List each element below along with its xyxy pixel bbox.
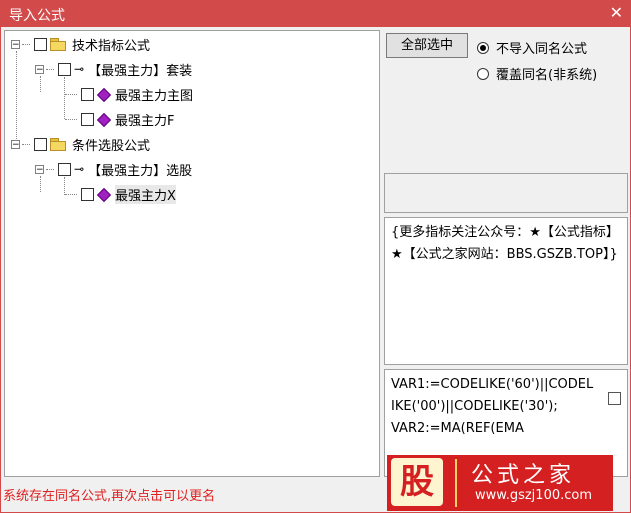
node-checkbox[interactable] (58, 62, 71, 76)
close-icon[interactable]: ✕ (610, 3, 623, 22)
logo-url: www.gszj100.com (475, 488, 593, 503)
tree-node-group[interactable]: − ⊸ 【最强主力】套装 (35, 58, 192, 80)
tree-node-formula[interactable]: 最强主力X (65, 183, 176, 205)
radio-label: 不导入同名公式 (496, 42, 588, 57)
title-bar: 导入公式 ✕ (1, 1, 631, 27)
node-checkbox[interactable] (58, 162, 71, 176)
formula-code-text: VAR1:=CODELIKE('60')||CODELIKE('00')||CO… (391, 377, 594, 436)
formula-gem-icon (96, 187, 112, 203)
description-text: {更多指标关注公众号：★【公式指标】★【公式之家网站：BBS.GSZB.TOP】… (391, 225, 619, 262)
formula-tree: − 技术指标公式 − ⊸ 【最强主力】套装 最强主力主图 最强主力F − 条件选… (4, 30, 380, 477)
tree-node-formula[interactable]: 最强主力F (65, 108, 174, 130)
radio-skip-same-name[interactable]: 不导入同名公式 (477, 38, 587, 57)
folder-icon (50, 138, 66, 151)
collapse-icon[interactable]: − (11, 39, 20, 49)
tree-node-folder[interactable]: − 技术指标公式 (11, 33, 150, 55)
node-checkbox[interactable] (34, 37, 47, 51)
collapse-icon[interactable]: − (35, 64, 44, 74)
status-message: 系统存在同名公式,再次点击可以更名 (3, 489, 216, 504)
watermark-logo: 股 公式之家 www.gszj100.com (387, 455, 613, 511)
collapse-icon[interactable]: − (11, 139, 20, 149)
tree-node-label: 最强主力F (115, 113, 175, 129)
tree-node-group[interactable]: − ⊸ 【最强主力】选股 (35, 158, 192, 180)
collapse-icon[interactable]: − (35, 164, 44, 174)
key-icon: ⊸ (74, 162, 85, 176)
tree-node-label: 【最强主力】套装 (88, 63, 193, 79)
formula-gem-icon (96, 87, 112, 103)
tree-node-label: 条件选股公式 (72, 138, 151, 154)
tree-node-label: 最强主力X (115, 184, 176, 204)
key-icon: ⊸ (74, 62, 85, 76)
import-formula-dialog: 导入公式 ✕ − 技术指标公式 − ⊸ 【最强主力】套装 最强主力主图 最强主力… (0, 0, 631, 513)
node-checkbox[interactable] (81, 187, 94, 201)
formula-description[interactable]: {更多指标关注公众号：★【公式指标】★【公式之家网站：BBS.GSZB.TOP】… (384, 217, 628, 365)
logo-name: 公式之家 (471, 463, 576, 488)
tree-node-folder[interactable]: − 条件选股公式 (11, 133, 150, 155)
tree-node-label: 最强主力主图 (115, 88, 194, 104)
node-checkbox[interactable] (81, 87, 94, 101)
logo-mark: 股 (391, 458, 443, 506)
tree-connector (16, 51, 17, 143)
logo-divider (455, 459, 457, 507)
node-checkbox[interactable] (34, 137, 47, 151)
node-checkbox[interactable] (81, 112, 94, 126)
info-panel (384, 173, 628, 213)
tree-node-formula[interactable]: 最强主力主图 (65, 83, 193, 105)
tree-node-label: 技术指标公式 (72, 38, 151, 54)
radio-label: 覆盖同名(非系统) (496, 68, 598, 83)
folder-icon (50, 38, 66, 51)
select-all-button[interactable]: 全部选中 (386, 33, 468, 58)
radio-overwrite-same-name[interactable]: 覆盖同名(非系统) (477, 64, 597, 83)
formula-gem-icon (96, 112, 112, 128)
radio-button[interactable] (477, 67, 489, 80)
window-title: 导入公式 (9, 8, 65, 24)
tree-node-label: 【最强主力】选股 (88, 163, 193, 179)
radio-button[interactable] (477, 41, 489, 54)
code-checkbox[interactable] (608, 392, 621, 405)
